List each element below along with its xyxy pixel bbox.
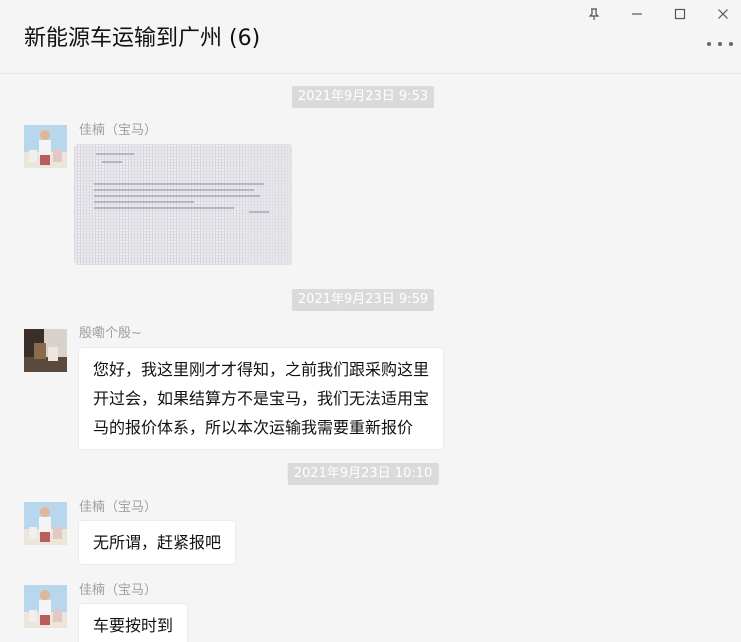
- minimize-icon[interactable]: [623, 4, 651, 24]
- message-text: 您好，我这里刚才才得知，之前我们跟采购这里: [93, 360, 430, 379]
- message-bubble[interactable]: 车要按时到: [78, 603, 189, 642]
- image-message[interactable]: [74, 144, 292, 265]
- close-icon[interactable]: [709, 4, 737, 24]
- sender-name: 殷嘞个殷~: [79, 326, 142, 341]
- chat-window: 新能源车运输到广州 (6) 2021年9月23日 9:53 佳楠（宝马） 202…: [0, 0, 741, 642]
- sender-name: 佳楠（宝马）: [79, 500, 158, 515]
- chat-title: 新能源车运输到广州 (6): [24, 26, 261, 51]
- message-text: 马的报价体系，所以本次运输我需要重新报价: [93, 418, 414, 437]
- message-text: 无所谓，赶紧报吧: [93, 533, 222, 552]
- sender-name: 佳楠（宝马）: [79, 583, 158, 598]
- message-bubble[interactable]: 您好，我这里刚才才得知，之前我们跟采购这里 开过会，如果结算方不是宝马，我们无法…: [78, 347, 445, 450]
- message-bubble[interactable]: 无所谓，赶紧报吧: [78, 520, 237, 565]
- message-timestamp: 2021年9月23日 10:10: [287, 463, 439, 485]
- avatar[interactable]: [24, 125, 67, 168]
- pin-icon[interactable]: [580, 4, 608, 24]
- chat-header: 新能源车运输到广州 (6): [0, 0, 741, 74]
- message-text: 开过会，如果结算方不是宝马，我们无法适用宝: [93, 389, 430, 408]
- avatar[interactable]: [24, 329, 67, 372]
- avatar[interactable]: [24, 585, 67, 628]
- message-text: 车要按时到: [93, 616, 174, 635]
- message-timestamp: 2021年9月23日 9:53: [291, 86, 435, 108]
- avatar[interactable]: [24, 502, 67, 545]
- sender-name: 佳楠（宝马）: [79, 123, 158, 138]
- maximize-icon[interactable]: [666, 4, 694, 24]
- message-timestamp: 2021年9月23日 9:59: [291, 289, 435, 311]
- more-icon[interactable]: [707, 36, 733, 52]
